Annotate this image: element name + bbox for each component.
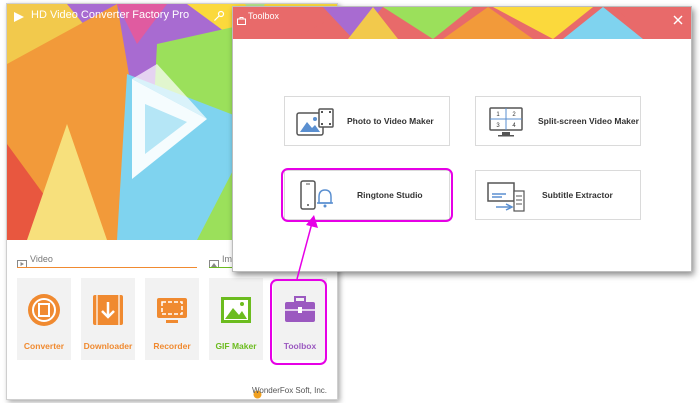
- toolbox-title: Toolbox: [248, 11, 280, 21]
- subtitle-extractor-button[interactable]: Subtitle Extractor: [475, 170, 641, 220]
- split-screen-video-maker-button[interactable]: 1 2 3 4 Split-screen Video Maker: [475, 96, 641, 146]
- photo-to-video-maker-label: Photo to Video Maker: [347, 116, 434, 126]
- recorder-label: Recorder: [153, 341, 191, 351]
- screen-record-icon: [154, 292, 190, 328]
- split-grid-number-3: 3: [496, 123, 500, 129]
- subtitle-extractor-label: Subtitle Extractor: [542, 190, 613, 200]
- toolbox-window: Toolbox Photo to Video Maker 1 2 3 4 Spl…: [232, 6, 692, 272]
- gif-maker-label: GIF Maker: [215, 341, 257, 351]
- toolbox-header-art: [233, 7, 691, 39]
- key-icon[interactable]: [213, 9, 225, 21]
- toolbox-title-icon: [237, 12, 246, 25]
- image-section-icon: [209, 255, 219, 268]
- app-title: HD Video Converter Factory Pro: [31, 9, 190, 21]
- recorder-tile[interactable]: Recorder: [145, 278, 199, 360]
- photo-to-video-maker-button[interactable]: Photo to Video Maker: [284, 96, 450, 146]
- converter-tile[interactable]: Converter: [17, 278, 71, 360]
- photo-to-video-icon: [295, 105, 335, 139]
- split-grid-number-2: 2: [512, 112, 516, 118]
- subtitle-extract-icon: [486, 179, 526, 213]
- split-screen-icon: 1 2 3 4: [486, 105, 526, 139]
- close-icon[interactable]: [673, 12, 683, 25]
- landscape-picture-icon: [218, 292, 254, 328]
- toolbox-tile-highlight: [270, 279, 327, 365]
- footer-copyright: WonderFox Soft, Inc.: [252, 386, 327, 395]
- downloader-label: Downloader: [83, 341, 133, 351]
- split-grid-number-4: 4: [512, 123, 516, 129]
- film-reel-icon: [26, 292, 62, 328]
- app-logo-icon: [13, 10, 25, 22]
- gif-maker-tile[interactable]: GIF Maker: [209, 278, 263, 360]
- split-screen-video-maker-label: Split-screen Video Maker: [538, 116, 639, 126]
- ringtone-studio-highlight: [281, 168, 453, 222]
- downloader-tile[interactable]: Downloader: [81, 278, 135, 360]
- download-arrow-icon: [90, 292, 126, 328]
- video-section-icon: [17, 255, 27, 268]
- split-grid-number-1: 1: [496, 112, 500, 118]
- video-section-divider: [17, 267, 197, 268]
- video-section-label: Video: [30, 254, 53, 264]
- converter-label: Converter: [23, 341, 65, 351]
